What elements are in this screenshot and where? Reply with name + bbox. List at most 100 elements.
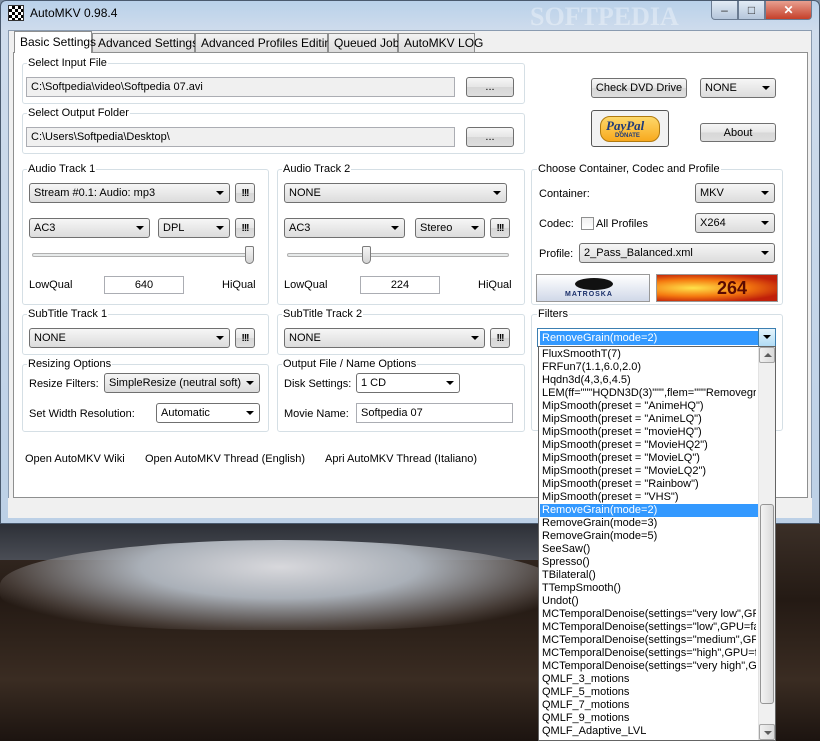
wiki-link[interactable]: Open AutoMKV Wiki [25, 453, 125, 465]
english-thread-link[interactable]: Open AutoMKV Thread (English) [145, 453, 305, 465]
subtitle-2-value: NONE [289, 332, 321, 344]
filters-dropdown-button[interactable] [758, 329, 775, 346]
close-button[interactable]: ✕ [765, 1, 812, 20]
scroll-thumb[interactable] [760, 504, 774, 704]
audio-2-codec-select[interactable]: AC3 [284, 218, 405, 238]
resize-filter-value: SimpleResize (neutral soft) [109, 377, 242, 389]
filter-list-item[interactable]: MCTemporalDenoise(settings="very low",GP… [542, 608, 756, 621]
resize-filter-select[interactable]: SimpleResize (neutral soft) [104, 373, 260, 393]
filter-list-item[interactable]: TBilateral() [542, 569, 756, 582]
movie-name-field[interactable]: Softpedia 07 [356, 403, 513, 423]
filter-list-item[interactable]: MipSmooth(preset = "movieHQ") [542, 426, 756, 439]
container-select[interactable]: MKV [695, 183, 775, 203]
audio-1-quality-slider[interactable] [32, 253, 254, 257]
output-folder-field[interactable]: C:\Users\Softpedia\Desktop\ [26, 127, 455, 147]
filter-list-item[interactable]: MCTemporalDenoise(settings="high",GPU=fa [542, 647, 756, 660]
dropdown-scrollbar[interactable] [758, 347, 775, 740]
filter-list-item[interactable]: RemoveGrain(mode=3) [542, 517, 756, 530]
filter-list-item[interactable]: QMLF_Adaptive_LVL [542, 725, 756, 738]
filter-list-item[interactable]: FRFun7(1.1,6.0,2.0) [542, 361, 756, 374]
title-bar[interactable] [0, 0, 820, 28]
input-file-field[interactable]: C:\Softpedia\video\Softpedia 07.avi [26, 77, 455, 97]
paypal-donate-button[interactable]: PayPal DONATE [591, 110, 669, 147]
filter-list-item[interactable]: MCTemporalDenoise(settings="medium",GPU [542, 634, 756, 647]
scroll-up-button[interactable] [759, 347, 775, 363]
audio-1-stream-select[interactable]: Stream #0.1: Audio: mp3 [29, 183, 230, 203]
paypal-text: PayPal [606, 118, 645, 133]
audio-1-bitrate-field[interactable]: 640 [104, 276, 184, 294]
audio-1-mode-value: DPL [163, 222, 185, 234]
filter-list-item[interactable]: MCTemporalDenoise(settings="low",GPU=fal [542, 621, 756, 634]
matroska-logo: MATROSKA [536, 274, 650, 302]
subtitle-track-2-label: SubTitle Track 2 [282, 308, 364, 320]
filter-list-item[interactable]: Hqdn3d(4,3,6,4.5) [542, 374, 756, 387]
subtitle-1-select[interactable]: NONE [29, 328, 230, 348]
scroll-down-button[interactable] [759, 724, 775, 740]
filter-list-item[interactable]: MipSmooth(preset = "VHS") [542, 491, 756, 504]
filter-list-item[interactable]: Spresso() [542, 556, 756, 569]
profile-select[interactable]: 2_Pass_Balanced.xml [579, 243, 775, 263]
audio-1-mode-select[interactable]: DPL [158, 218, 230, 238]
minimize-button[interactable]: – [711, 1, 738, 20]
audio-2-quality-slider[interactable] [287, 253, 509, 257]
filter-list-item[interactable]: FluxSmoothT(7) [542, 348, 756, 361]
audio-2-stream-select[interactable]: NONE [284, 183, 507, 203]
chevron-down-icon [761, 251, 769, 255]
input-file-label: Select Input File [27, 57, 108, 69]
filter-list-item[interactable]: RemoveGrain(mode=2) [540, 504, 758, 517]
width-resolution-select[interactable]: Automatic [156, 403, 260, 423]
paypal-logo: PayPal DONATE [600, 116, 660, 142]
filter-list-item[interactable]: MipSmooth(preset = "MovieHQ2") [542, 439, 756, 452]
subtitle-2-select[interactable]: NONE [284, 328, 485, 348]
filter-list-item[interactable]: TTempSmooth() [542, 582, 756, 595]
tab-automkv-log[interactable]: AutoMKV LOG [398, 33, 483, 52]
disk-settings-label: Disk Settings: [284, 378, 352, 390]
disk-settings-select[interactable]: 1 CD [356, 373, 460, 393]
maximize-button[interactable]: □ [738, 1, 765, 20]
filter-list-item[interactable]: MipSmooth(preset = "MovieLQ2") [542, 465, 756, 478]
browse-output-button[interactable]: ... [466, 127, 514, 147]
audio-1-mode-info-button[interactable]: !!! [235, 218, 255, 238]
filter-list-item[interactable]: LEM(ff="""HQDN3D(3)""",flem="""Removegra [542, 387, 756, 400]
chevron-down-icon [246, 411, 254, 415]
filter-list-item[interactable]: QMLF_5_motions [542, 686, 756, 699]
filter-list-item[interactable]: SeeSaw() [542, 543, 756, 556]
audio-2-info-button[interactable]: !!! [490, 218, 510, 238]
audio-2-mode-value: Stereo [420, 222, 453, 234]
filter-list-item[interactable]: RemoveGrain(mode=5) [542, 530, 756, 543]
audio-2-stream-value: NONE [289, 187, 321, 199]
chevron-down-icon [763, 335, 771, 339]
audio-1-info-button[interactable]: !!! [235, 183, 255, 203]
filters-select[interactable]: RemoveGrain(mode=2) [537, 328, 776, 347]
browse-input-button[interactable]: ... [466, 77, 514, 97]
filter-list-item[interactable]: QMLF_7_motions [542, 699, 756, 712]
all-profiles-checkbox[interactable] [581, 217, 594, 230]
tab-advanced-profiles-editing[interactable]: Advanced Profiles Editing [195, 33, 338, 52]
audio-2-bitrate-field[interactable]: 224 [360, 276, 440, 294]
audio-2-mode-select[interactable]: Stereo [415, 218, 485, 238]
filter-list-item[interactable]: MipSmooth(preset = "Rainbow") [542, 478, 756, 491]
audio-2-slider-thumb[interactable] [361, 246, 371, 264]
tab-advanced-settings[interactable]: Advanced Settings [92, 33, 198, 52]
filter-list-item[interactable]: QMLF_9_motions [542, 712, 756, 725]
app-icon[interactable] [8, 5, 24, 21]
filter-list-item[interactable]: MipSmooth(preset = "MovieLQ") [542, 452, 756, 465]
audio-1-codec-select[interactable]: AC3 [29, 218, 150, 238]
subtitle-1-info-button[interactable]: !!! [235, 328, 255, 348]
audio-1-slider-thumb[interactable] [245, 246, 254, 264]
about-button[interactable]: About [700, 123, 776, 142]
filters-dropdown-list[interactable]: FluxSmoothT(7) FRFun7(1.1,6.0,2.0) Hqdn3d(… [538, 346, 776, 741]
tab-queued-job[interactable]: Queued Job [328, 33, 399, 52]
check-dvd-drive-button[interactable]: Check DVD Drive [591, 78, 687, 98]
tab-basic-settings[interactable]: Basic Settings [14, 31, 96, 53]
italian-thread-link[interactable]: Apri AutoMKV Thread (Italiano) [325, 453, 477, 465]
codec-select[interactable]: X264 [695, 213, 775, 233]
filter-list-item[interactable]: Undot() [542, 595, 756, 608]
filters-label: Filters [537, 308, 569, 320]
subtitle-2-info-button[interactable]: !!! [490, 328, 510, 348]
dvd-drive-select[interactable]: NONE [700, 78, 776, 98]
filter-list-item[interactable]: MipSmooth(preset = "AnimeLQ") [542, 413, 756, 426]
filter-list-item[interactable]: QMLF_3_motions [542, 673, 756, 686]
filter-list-item[interactable]: MipSmooth(preset = "AnimeHQ") [542, 400, 756, 413]
filter-list-item[interactable]: MCTemporalDenoise(settings="very high",G… [542, 660, 756, 673]
